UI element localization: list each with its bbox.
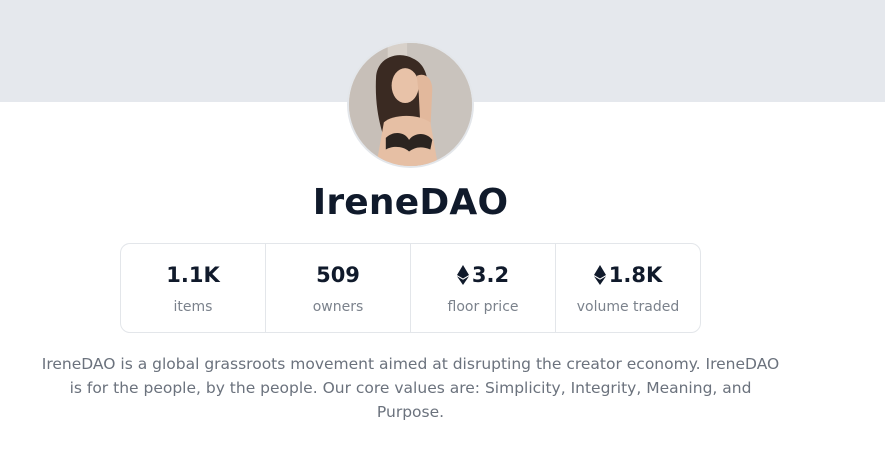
stat-owners[interactable]: 509 owners: [266, 244, 411, 332]
collection-avatar[interactable]: [347, 41, 474, 168]
stat-value: 3.2: [411, 261, 555, 289]
ethereum-icon: [456, 265, 469, 285]
stat-label: items: [173, 299, 213, 315]
avatar-image: [349, 43, 472, 166]
stat-value: 1.1K: [121, 261, 265, 289]
stat-items[interactable]: 1.1K items: [121, 244, 266, 332]
ethereum-icon: [593, 265, 606, 285]
stat-value-text: 509: [316, 263, 360, 287]
stat-value-text: 1.1K: [166, 263, 220, 287]
stat-volume-traded[interactable]: 1.8K volume traded: [556, 244, 700, 332]
stat-label: volume traded: [576, 299, 680, 315]
collection-stats: 1.1K items 509 owners 3.2 floor price 1.…: [120, 243, 701, 333]
stat-floor-price[interactable]: 3.2 floor price: [411, 244, 556, 332]
stat-value: 509: [266, 261, 410, 289]
stat-value-text: 3.2: [471, 263, 510, 287]
stat-value-text: 1.8K: [608, 263, 663, 287]
stat-label: owners: [312, 299, 364, 315]
stat-value: 1.8K: [556, 261, 700, 289]
stat-label: floor price: [447, 299, 519, 315]
collection-description: IreneDAO is a global grassroots movement…: [41, 355, 780, 421]
collection-title: IreneDAO: [312, 182, 509, 223]
